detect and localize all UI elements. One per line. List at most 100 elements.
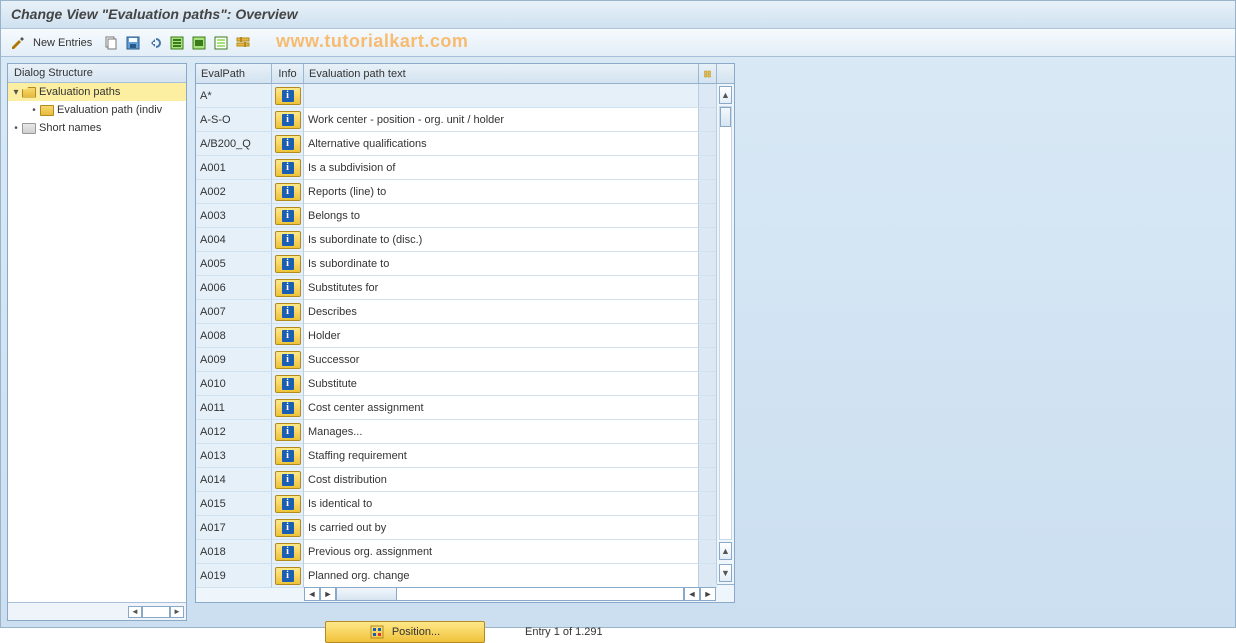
table-row[interactable]: A004iIs subordinate to (disc.) [196, 228, 734, 252]
table-row[interactable]: A005iIs subordinate to [196, 252, 734, 276]
info-button[interactable]: i [275, 231, 301, 249]
table-row[interactable]: A003iBelongs to [196, 204, 734, 228]
cell-text[interactable]: Reports (line) to [304, 180, 699, 204]
cell-text[interactable] [304, 84, 699, 108]
col-header-text[interactable]: Evaluation path text [304, 64, 699, 83]
cell-text[interactable]: Is a subdivision of [304, 156, 699, 180]
cell-text[interactable]: Describes [304, 300, 699, 324]
cell-evalpath[interactable]: A017 [196, 516, 272, 540]
select-block-icon[interactable] [190, 34, 208, 52]
undo-icon[interactable] [146, 34, 164, 52]
table-row[interactable]: A018iPrevious org. assignment [196, 540, 734, 564]
cell-evalpath[interactable]: A001 [196, 156, 272, 180]
table-row[interactable]: A011iCost center assignment [196, 396, 734, 420]
cell-evalpath[interactable]: A010 [196, 372, 272, 396]
scroll-left-icon[interactable]: ◄ [304, 587, 320, 601]
expand-icon[interactable]: ▾ [10, 87, 22, 98]
info-button[interactable]: i [275, 567, 301, 585]
scroll-right-icon[interactable]: ► [700, 587, 716, 601]
table-row[interactable]: A014iCost distribution [196, 468, 734, 492]
table-row[interactable]: A-S-OiWork center - position - org. unit… [196, 108, 734, 132]
cell-evalpath[interactable]: A002 [196, 180, 272, 204]
cell-evalpath[interactable]: A006 [196, 276, 272, 300]
cell-evalpath[interactable]: A008 [196, 324, 272, 348]
table-row[interactable]: A002iReports (line) to [196, 180, 734, 204]
cell-evalpath[interactable]: A007 [196, 300, 272, 324]
vertical-scrollbar[interactable]: ▲ ▲ ▼ [716, 84, 734, 584]
tree[interactable]: ▾ Evaluation paths • Evaluation path (in… [8, 83, 186, 602]
info-button[interactable]: i [275, 135, 301, 153]
info-button[interactable]: i [275, 207, 301, 225]
cell-text[interactable]: Planned org. change [304, 564, 699, 588]
scroll-track[interactable] [336, 587, 684, 601]
scroll-left-icon[interactable]: ► [320, 587, 336, 601]
scroll-right-icon[interactable]: ◄ [684, 587, 700, 601]
scroll-right-icon[interactable]: ► [170, 606, 184, 618]
cell-text[interactable]: Manages... [304, 420, 699, 444]
deselect-icon[interactable] [212, 34, 230, 52]
cell-evalpath[interactable]: A003 [196, 204, 272, 228]
table-row[interactable]: A009iSuccessor [196, 348, 734, 372]
cell-text[interactable]: Staffing requirement [304, 444, 699, 468]
col-header-evalpath[interactable]: EvalPath [196, 64, 272, 83]
cell-text[interactable]: Is carried out by [304, 516, 699, 540]
info-button[interactable]: i [275, 375, 301, 393]
scroll-down-icon[interactable]: ▼ [719, 564, 732, 582]
info-button[interactable]: i [275, 159, 301, 177]
info-button[interactable]: i [275, 399, 301, 417]
cell-text[interactable]: Successor [304, 348, 699, 372]
info-button[interactable]: i [275, 303, 301, 321]
info-button[interactable]: i [275, 183, 301, 201]
tree-item-short-names[interactable]: • Short names [8, 119, 186, 137]
info-button[interactable]: i [275, 519, 301, 537]
scroll-left-icon[interactable]: ◄ [128, 606, 142, 618]
cell-text[interactable]: Belongs to [304, 204, 699, 228]
splitter[interactable] [187, 57, 195, 627]
table-row[interactable]: A007iDescribes [196, 300, 734, 324]
table-row[interactable]: A012iManages... [196, 420, 734, 444]
info-button[interactable]: i [275, 447, 301, 465]
cell-evalpath[interactable]: A009 [196, 348, 272, 372]
cell-evalpath[interactable]: A019 [196, 564, 272, 588]
cell-evalpath[interactable]: A005 [196, 252, 272, 276]
cell-evalpath[interactable]: A-S-O [196, 108, 272, 132]
info-button[interactable]: i [275, 255, 301, 273]
scroll-thumb[interactable] [720, 107, 731, 127]
cell-text[interactable]: Substitutes for [304, 276, 699, 300]
cell-text[interactable]: Is identical to [304, 492, 699, 516]
table-row[interactable]: A017iIs carried out by [196, 516, 734, 540]
info-button[interactable]: i [275, 87, 301, 105]
table-row[interactable]: A001iIs a subdivision of [196, 156, 734, 180]
table-row[interactable]: A019iPlanned org. change [196, 564, 734, 588]
table-row[interactable]: A*i [196, 84, 734, 108]
cell-evalpath[interactable]: A004 [196, 228, 272, 252]
info-button[interactable]: i [275, 471, 301, 489]
cell-evalpath[interactable]: A011 [196, 396, 272, 420]
save-icon[interactable] [124, 34, 142, 52]
table-row[interactable]: A006iSubstitutes for [196, 276, 734, 300]
info-button[interactable]: i [275, 351, 301, 369]
col-header-info[interactable]: Info [272, 64, 304, 83]
new-entries-button[interactable]: New Entries [31, 35, 98, 51]
info-button[interactable]: i [275, 423, 301, 441]
scroll-thumb[interactable] [142, 606, 170, 618]
info-button[interactable]: i [275, 279, 301, 297]
scroll-down-icon[interactable]: ▲ [719, 542, 732, 560]
info-button[interactable]: i [275, 495, 301, 513]
table-row[interactable]: A008iHolder [196, 324, 734, 348]
cell-evalpath[interactable]: A013 [196, 444, 272, 468]
cell-evalpath[interactable]: A014 [196, 468, 272, 492]
select-all-icon[interactable] [168, 34, 186, 52]
info-button[interactable]: i [275, 111, 301, 129]
table-row[interactable]: A013iStaffing requirement [196, 444, 734, 468]
toggle-edit-icon[interactable] [9, 34, 27, 52]
cell-evalpath[interactable]: A/B200_Q [196, 132, 272, 156]
table-settings-button[interactable] [699, 64, 717, 83]
position-button[interactable]: Position... [325, 621, 485, 643]
cell-text[interactable]: Work center - position - org. unit / hol… [304, 108, 699, 132]
cell-text[interactable]: Is subordinate to (disc.) [304, 228, 699, 252]
info-button[interactable]: i [275, 543, 301, 561]
cell-text[interactable]: Cost center assignment [304, 396, 699, 420]
cell-evalpath[interactable]: A012 [196, 420, 272, 444]
cell-evalpath[interactable]: A* [196, 84, 272, 108]
